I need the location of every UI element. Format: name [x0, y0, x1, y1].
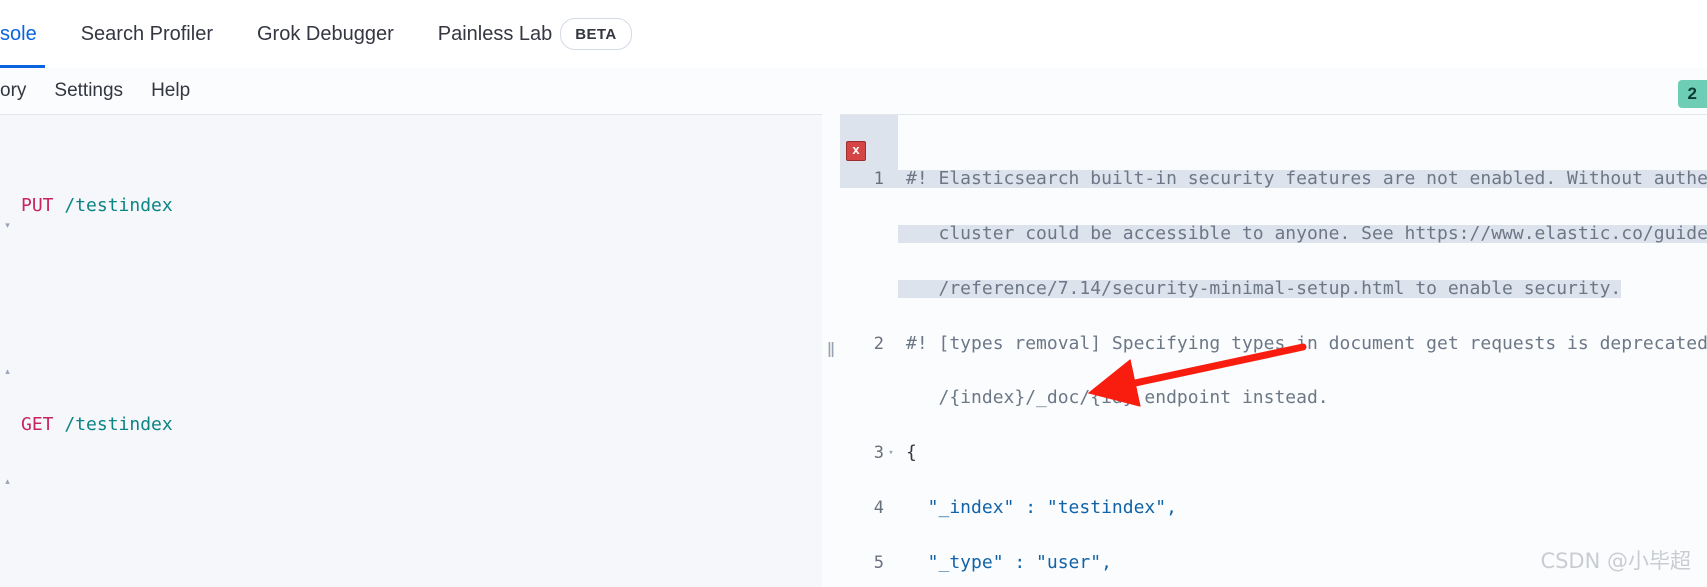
console-panes: ▾ ▴ ▴ PUT /testindex GET /testindex PUT …: [0, 114, 1707, 587]
fold-marker[interactable]: ▾: [884, 444, 898, 462]
tab-console[interactable]: sole: [0, 0, 59, 68]
response-line[interactable]: 2 #! [types removal] Specifying types in…: [840, 333, 1707, 354]
line-text: /reference/7.14/security-minimal-setup.h…: [898, 279, 1622, 298]
menu-item-settings-label: Settings: [54, 80, 124, 101]
response-pane[interactable]: x 1 #! Elasticsearch built-in security f…: [840, 114, 1707, 587]
kibana-dev-tools-console: sole Search Profiler Grok Debugger Painl…: [0, 0, 1707, 587]
http-method: GET: [21, 414, 54, 435]
line-text: #! [types removal] Specifying types in d…: [906, 334, 1707, 353]
line-number: 5: [873, 553, 884, 574]
response-line[interactable]: 1 #! Elasticsearch built-in security fea…: [840, 170, 1707, 188]
menu-item-history-label: ory: [0, 80, 27, 101]
http-method: PUT: [21, 195, 54, 216]
request-code-area[interactable]: PUT /testindex GET /testindex PUT /testi…: [14, 115, 822, 587]
fold-marker-selected[interactable]: ▴: [3, 477, 12, 486]
tab-search-profiler[interactable]: Search Profiler: [59, 0, 235, 68]
line-text: {: [906, 444, 917, 463]
line-text: "_index" : "testindex",: [906, 499, 1177, 518]
response-status-badge: 2: [1677, 80, 1707, 108]
tab-painless-lab[interactable]: Painless Lab BETA: [416, 0, 654, 68]
tab-grok-debugger-label: Grok Debugger: [256, 22, 394, 45]
line-number: 3: [873, 443, 884, 464]
fold-marker-open-brace[interactable]: ▾: [3, 221, 12, 230]
tab-painless-lab-label: Painless Lab: [437, 22, 553, 45]
beta-badge: BETA: [560, 18, 632, 50]
response-line[interactable]: 3 ▾ {: [840, 443, 1707, 464]
tab-search-profiler-label: Search Profiler: [80, 22, 213, 45]
editor-fold-gutter: ▾ ▴ ▴: [0, 115, 14, 587]
response-line[interactable]: /{index}/_doc/{id} endpoint instead.: [840, 389, 1707, 407]
console-menubar: ory Settings Help: [0, 68, 1707, 115]
tab-grok-debugger[interactable]: Grok Debugger: [235, 0, 416, 68]
line-number: 1: [840, 170, 884, 188]
line-text: #! Elasticsearch built-in security featu…: [898, 169, 1707, 189]
editor-line[interactable]: PUT /testindex: [14, 188, 822, 225]
request-path: /testindex: [64, 195, 173, 216]
line-text: "_type" : "user",: [906, 554, 1112, 573]
menu-item-settings[interactable]: Settings: [40, 80, 137, 102]
line-text: cluster could be accessible to anyone. S…: [898, 224, 1707, 244]
editor-line-blank[interactable]: [14, 298, 822, 335]
editor-line-blank[interactable]: [14, 517, 822, 554]
response-line[interactable]: /reference/7.14/security-minimal-setup.h…: [840, 279, 1707, 298]
csdn-watermark: CSDN @小毕超: [1540, 549, 1691, 573]
line-text: /{index}/_doc/{id} endpoint instead.: [906, 389, 1329, 408]
resize-grip-icon: ‖: [826, 339, 836, 362]
request-editor-pane[interactable]: ▾ ▴ ▴ PUT /testindex GET /testindex PUT …: [0, 114, 822, 587]
tab-console-label: sole: [0, 22, 37, 45]
response-line[interactable]: cluster could be accessible to anyone. S…: [840, 224, 1707, 244]
menu-item-history[interactable]: ory: [0, 80, 40, 102]
editor-line[interactable]: GET /testindex: [14, 407, 822, 444]
response-code-area[interactable]: 1 #! Elasticsearch built-in security fea…: [840, 115, 1707, 587]
menu-item-help[interactable]: Help: [137, 80, 204, 102]
line-number: 4: [873, 498, 884, 519]
request-path: /testindex: [64, 414, 173, 435]
fold-marker-close-brace[interactable]: ▴: [3, 367, 12, 376]
response-line[interactable]: 4 "_index" : "testindex",: [840, 498, 1707, 519]
dev-tools-tabbar: sole Search Profiler Grok Debugger Painl…: [0, 0, 1707, 69]
menu-item-help-label: Help: [151, 80, 191, 101]
tabbar-inner: sole Search Profiler Grok Debugger Painl…: [0, 0, 654, 68]
pane-resize-handle[interactable]: ‖: [822, 114, 840, 587]
line-number: 2: [873, 333, 884, 354]
